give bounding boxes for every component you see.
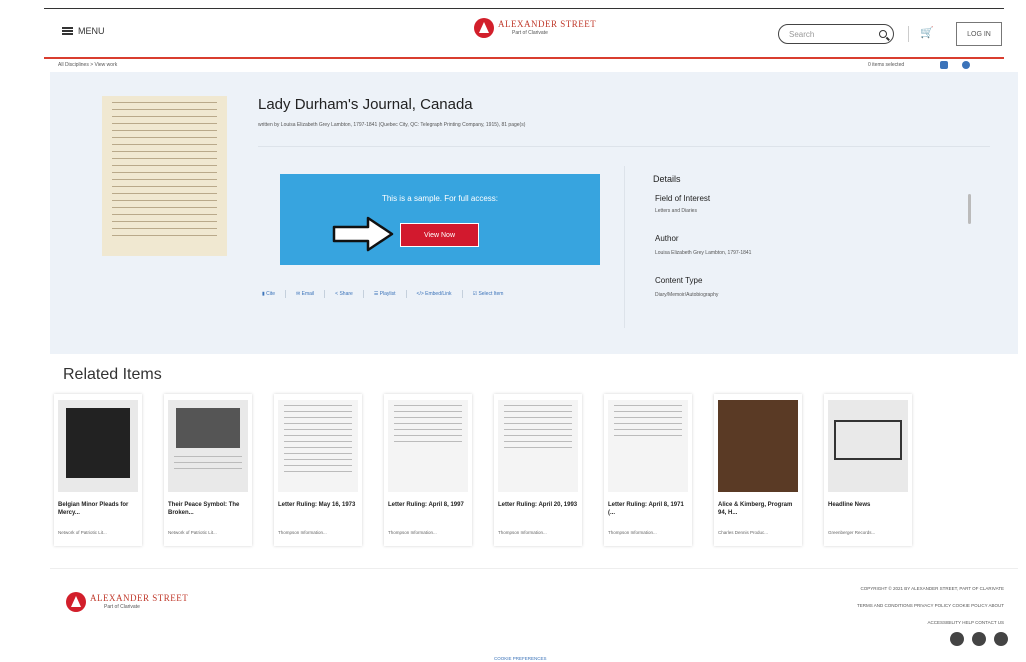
logo-subtitle: Part of Clarivate (512, 30, 548, 36)
footer-copyright: COPYRIGHT © 2021 BY ALEXANDER STREET, PA… (860, 586, 1004, 591)
related-item[interactable]: Letter Ruling: May 16, 1973 Thompson Inf… (274, 394, 362, 546)
work-byline: written by Louisa Elizabeth Grey Lambton… (258, 122, 526, 128)
items-selected: 0 items selected (868, 62, 905, 68)
header-divider (908, 26, 909, 42)
menu-button[interactable]: MENU (62, 26, 105, 36)
item-thumbnail[interactable] (498, 400, 578, 492)
item-title[interactable]: Letter Ruling: April 8, 1997 (388, 502, 470, 510)
logo-subtitle: Part of Clarivate (104, 604, 140, 610)
share-button[interactable]: < Share (335, 291, 353, 297)
playlist-button[interactable]: ☰ Playlist (374, 291, 396, 297)
detail-value[interactable]: Louisa Elizabeth Grey Lambton, 1797-1841 (655, 250, 751, 256)
item-thumbnail[interactable] (168, 400, 248, 492)
cookie-preferences-link[interactable]: COOKIE PREFERENCES (494, 656, 547, 661)
logo-name: ALEXANDER STREET (498, 19, 597, 29)
details-panel: Details Field of Interest Letters and Di… (624, 166, 994, 328)
view-now-button[interactable]: View Now (400, 223, 479, 247)
header-accent-line (44, 57, 1004, 59)
item-publisher: Network of Patriotic Lit... (168, 530, 217, 535)
item-title[interactable]: Letter Ruling: May 16, 1973 (278, 502, 360, 510)
footer-divider (50, 568, 1018, 569)
item-publisher: Charles Dennis Produc... (718, 530, 769, 535)
related-item[interactable]: Letter Ruling: April 8, 1997 Thompson In… (384, 394, 472, 546)
logo-icon (66, 592, 86, 612)
related-item[interactable]: Letter Ruling: April 20, 1993 Thompson I… (494, 394, 582, 546)
logo-name: ALEXANDER STREET (90, 593, 189, 603)
social-links (950, 632, 1008, 646)
detail-label: Author (655, 234, 679, 243)
item-thumbnail[interactable] (828, 400, 908, 492)
sample-banner: This is a sample. For full access: View … (280, 174, 600, 265)
item-thumbnail[interactable] (388, 400, 468, 492)
details-scroll-area[interactable]: Field of Interest Letters and Diaries Au… (651, 190, 975, 320)
detail-label: Content Type (655, 276, 703, 285)
item-publisher: Thompson Information... (608, 530, 657, 535)
related-item[interactable]: Headline News Greenberger Records... (824, 394, 912, 546)
item-publisher: Greenberger Records... (828, 530, 876, 535)
email-button[interactable]: ✉ Email (296, 291, 314, 297)
instagram-icon[interactable] (972, 632, 986, 646)
footer-logo[interactable]: ALEXANDER STREET Part of Clarivate (66, 592, 188, 612)
divider (258, 146, 990, 147)
facebook-icon[interactable] (950, 632, 964, 646)
detail-value[interactable]: Diary/Memoir/Autobiography (655, 292, 718, 298)
details-title: Details (653, 174, 681, 184)
item-title[interactable]: Letter Ruling: April 8, 1971 (... (608, 502, 690, 518)
login-button[interactable]: LOG IN (956, 22, 1002, 46)
related-item[interactable]: Belgian Minor Pleads for Mercy... Networ… (54, 394, 142, 546)
site-logo[interactable]: ALEXANDER STREET Part of Clarivate (474, 18, 596, 38)
cart-icon[interactable]: 🛒 (920, 26, 934, 39)
related-item[interactable]: Their Peace Symbol: The Broken... Networ… (164, 394, 252, 546)
footer-links[interactable]: TERMS AND CONDITIONS PRIVACY POLICY COOK… (857, 603, 1004, 608)
item-thumbnail[interactable] (58, 400, 138, 492)
related-item[interactable]: Alice & Kimberg, Program 94, H... Charle… (714, 394, 802, 546)
logo-icon (474, 18, 494, 38)
item-publisher: Thompson Information... (498, 530, 547, 535)
detail-value[interactable]: Letters and Diaries (655, 208, 697, 214)
detail-label: Field of Interest (655, 194, 711, 203)
toolbar-icons (940, 61, 970, 69)
select-item-button[interactable]: ☑ Select Item (473, 291, 504, 297)
document-thumbnail[interactable] (102, 96, 227, 256)
item-publisher: Thompson Information... (278, 530, 327, 535)
scrollbar[interactable] (968, 194, 971, 224)
item-title[interactable]: Headline News (828, 502, 910, 510)
related-heading: Related Items (63, 366, 162, 383)
top-border (44, 8, 1004, 9)
item-title[interactable]: Letter Ruling: April 20, 1993 (498, 502, 580, 510)
sample-text: This is a sample. For full access: (381, 194, 499, 203)
menu-label: MENU (78, 26, 105, 36)
search-placeholder: Search (789, 29, 815, 39)
page-title: Lady Durham's Journal, Canada (258, 96, 473, 113)
item-title[interactable]: Alice & Kimberg, Program 94, H... (718, 502, 800, 518)
embed-link-button[interactable]: </> Embed/Link (417, 291, 452, 297)
cite-button[interactable]: ▮ Cite (262, 291, 275, 297)
item-thumbnail[interactable] (608, 400, 688, 492)
work-panel: Lady Durham's Journal, Canada written by… (50, 72, 1018, 354)
item-title[interactable]: Their Peace Symbol: The Broken... (168, 502, 250, 518)
footer-links-secondary[interactable]: ACCESSIBILITY HELP CONTACT US (928, 620, 1004, 625)
arrow-icon (332, 216, 394, 252)
hamburger-icon (62, 27, 73, 35)
item-publisher: Thompson Information... (388, 530, 437, 535)
item-title[interactable]: Belgian Minor Pleads for Mercy... (58, 502, 140, 518)
related-items-list: Belgian Minor Pleads for Mercy... Networ… (54, 394, 912, 546)
search-input[interactable]: Search (778, 24, 894, 44)
breadcrumb[interactable]: All Disciplines > View work (58, 62, 117, 68)
action-bar: ▮ Cite ✉ Email < Share ☰ Playlist </> Em… (262, 290, 503, 298)
item-publisher: Network of Patriotic Lit... (58, 530, 107, 535)
related-item[interactable]: Letter Ruling: April 8, 1971 (... Thomps… (604, 394, 692, 546)
site-header: MENU ALEXANDER STREET Part of Clarivate … (44, 12, 1004, 58)
help-icon[interactable] (962, 61, 970, 69)
twitter-icon[interactable] (994, 632, 1008, 646)
item-thumbnail[interactable] (718, 400, 798, 492)
search-icon[interactable] (879, 30, 887, 38)
item-thumbnail[interactable] (278, 400, 358, 492)
selection-icon[interactable] (940, 61, 948, 69)
